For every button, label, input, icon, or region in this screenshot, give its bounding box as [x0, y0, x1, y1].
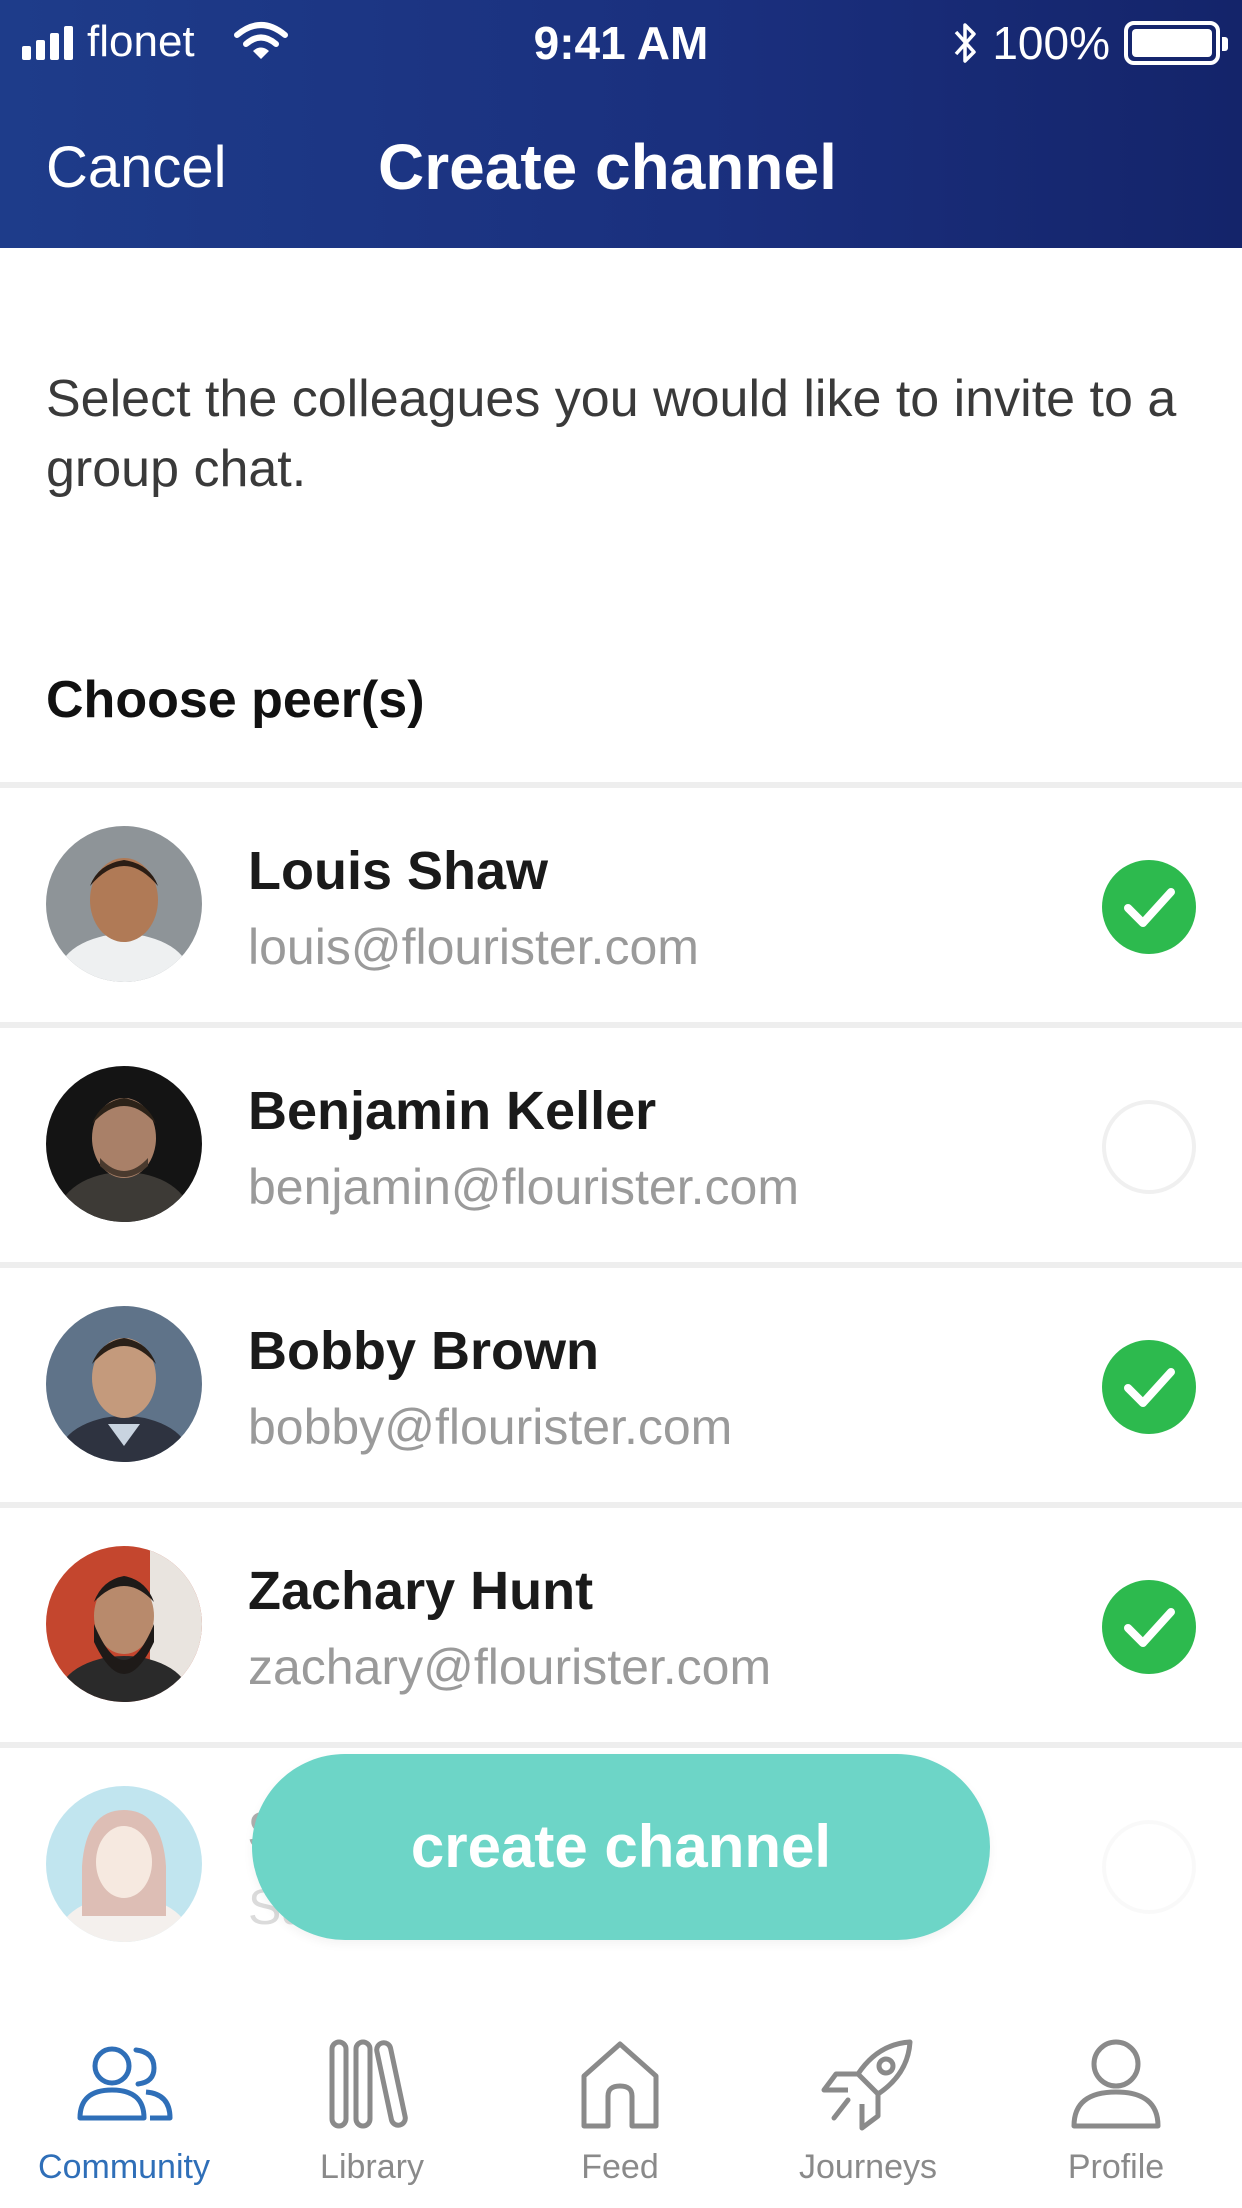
unselected-circle-icon[interactable] — [1102, 1100, 1196, 1194]
profile-icon — [1071, 2039, 1161, 2129]
battery-percentage: 100% — [992, 17, 1110, 69]
tab-journeys[interactable]: Journeys — [744, 1992, 992, 2208]
tab-label: Profile — [1067, 2148, 1165, 2186]
bluetooth-icon — [955, 23, 977, 63]
peer-name: Louis Shaw — [248, 841, 549, 901]
status-bar-right: 100% — [950, 14, 1228, 72]
peer-row-benjamin-keller[interactable]: Benjamin Keller benjamin@flourister.com — [0, 1022, 1242, 1262]
tab-library[interactable]: Library — [248, 1992, 496, 2208]
avatar — [46, 1786, 202, 1942]
tab-profile[interactable]: Profile — [992, 1992, 1240, 2208]
library-icon — [329, 2039, 408, 2129]
intro-text: Select the colleagues you would like to … — [46, 370, 1177, 498]
avatar — [46, 1066, 202, 1222]
header: flonet 9:41 AM 100% Cancel Create channe… — [0, 0, 1242, 248]
tab-community[interactable]: Community — [0, 1992, 248, 2208]
section-title: Choose peer(s) — [46, 671, 425, 729]
peer-email: benjamin@flourister.com — [248, 1159, 799, 1215]
peer-name: Benjamin Keller — [248, 1081, 657, 1141]
peer-email: bobby@flourister.com — [248, 1399, 733, 1455]
selected-check-icon[interactable] — [1102, 1580, 1196, 1674]
create-channel-button[interactable]: create channel — [252, 1754, 990, 1940]
avatar — [46, 1546, 202, 1702]
tab-label: Community — [38, 2148, 210, 2186]
peer-row-louis-shaw[interactable]: Louis Shaw louis@flourister.com — [0, 782, 1242, 1022]
peer-row-bobby-brown[interactable]: Bobby Brown bobby@flourister.com — [0, 1262, 1242, 1502]
home-icon — [581, 2041, 659, 2129]
rocket-icon — [821, 2039, 913, 2131]
tab-feed[interactable]: Feed — [496, 1992, 744, 2208]
avatar — [46, 1306, 202, 1462]
navigation-bar: Cancel Create channel — [0, 100, 1242, 240]
status-bar: flonet 9:41 AM 100% — [0, 0, 1242, 86]
tab-label: Journeys — [799, 2148, 937, 2186]
page-title: Create channel — [378, 131, 837, 203]
peer-email: louis@flourister.com — [248, 919, 699, 975]
selected-check-icon[interactable] — [1102, 1340, 1196, 1434]
peer-name: Zachary Hunt — [248, 1561, 594, 1621]
tab-bar: Community Library Feed Journeys Profile — [0, 1992, 1242, 2208]
peer-email: zachary@flourister.com — [248, 1639, 772, 1695]
peer-row-zachary-hunt[interactable]: Zachary Hunt zachary@flourister.com — [0, 1502, 1242, 1742]
community-icon — [77, 2046, 173, 2121]
cancel-button[interactable]: Cancel — [46, 134, 227, 201]
tab-label: Feed — [581, 2148, 659, 2186]
peer-name: Bobby Brown — [248, 1321, 599, 1381]
battery-icon — [1124, 21, 1228, 65]
selected-check-icon[interactable] — [1102, 860, 1196, 954]
avatar — [46, 826, 202, 982]
tab-label: Library — [320, 2148, 424, 2186]
unselected-circle-icon[interactable] — [1102, 1820, 1196, 1914]
